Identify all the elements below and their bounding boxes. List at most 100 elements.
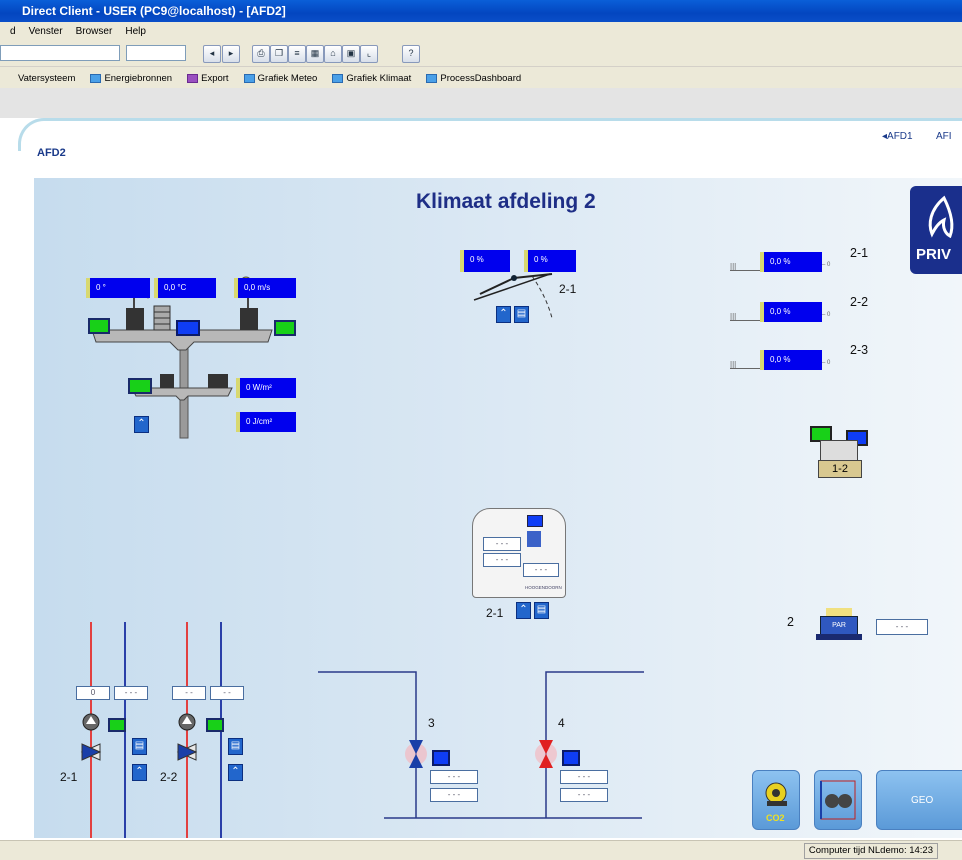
climate-info-button[interactable]: ▤ (534, 602, 549, 619)
climate-sensor-1-2[interactable]: 1-2 (810, 426, 868, 478)
par-value: - - - (876, 619, 928, 635)
computer-status-blue (527, 515, 543, 527)
screen-scale-end: – 0 (822, 262, 831, 268)
geo-button[interactable]: GEO (876, 770, 962, 830)
meteo-settings-button[interactable]: ⌃ (134, 416, 149, 433)
quicklink-processdashboard[interactable]: ProcessDashboard (426, 69, 521, 89)
toolbar: ◂ ▸ ⎙ ❐ ≡ ▦ ⌂ ▣ ⌞ ? (0, 40, 962, 67)
par-sensor-body: PAR (820, 616, 858, 636)
print-icon[interactable]: ⎙ (252, 45, 270, 63)
heating-1-label: 2-1 (60, 770, 78, 784)
chart-icon[interactable]: ⌞ (360, 45, 378, 63)
menu-item-venster[interactable]: Venster (29, 26, 63, 37)
quicklink-grafiek-klimaat[interactable]: Grafiek Klimaat (332, 69, 411, 89)
heating-2-settings-button[interactable]: ⌃ (228, 764, 243, 781)
heating-2-info-button[interactable]: ▤ (228, 738, 243, 755)
quicklink-icon (187, 73, 199, 83)
wind-direction-value: 0 ° (86, 278, 150, 298)
menu-item-help[interactable]: Help (125, 26, 146, 37)
address-band (0, 88, 962, 118)
pump-status-green[interactable] (206, 718, 224, 732)
toolbar-input-2[interactable] (126, 45, 186, 61)
status-indicator-blue[interactable] (176, 320, 200, 336)
wind-speed-value: 0,0 m/s (234, 278, 296, 298)
list-icon[interactable]: ≡ (288, 45, 306, 63)
menu-item-file[interactable]: d (10, 26, 16, 37)
heating-1-info-button[interactable]: ▤ (132, 738, 147, 755)
quicklink-watersysteem[interactable]: Vatersysteem (18, 69, 75, 89)
valve-3-label: 3 (428, 716, 435, 730)
status-indicator-green[interactable] (274, 320, 296, 336)
outside-temperature-value: 0,0 °C (154, 278, 216, 298)
export-icon[interactable]: ▣ (342, 45, 360, 63)
par-sensor-base (816, 634, 862, 640)
co2-button[interactable]: CO2 (752, 770, 800, 830)
quicklink-grafiek-meteo[interactable]: Grafiek Meteo (243, 69, 317, 89)
section-label: AFD2 (37, 147, 66, 159)
radiation-sum-value: 0 J/cm² (236, 412, 296, 432)
co2-label: CO2 (766, 813, 785, 823)
screen-scale-end: – 0 (822, 312, 831, 318)
quicklink-icon (332, 73, 344, 83)
screen-label: 2-3 (850, 343, 869, 357)
menu-item-browser[interactable]: Browser (76, 26, 113, 37)
heating-unit-button[interactable] (814, 770, 862, 830)
screen-value: 0,0 % (760, 350, 822, 370)
computer-time: Computer tijd NLdemo: 14:23 (803, 843, 938, 859)
screen-value: 0,0 % (760, 302, 822, 322)
menu-bar: d Venster Browser Help (0, 22, 962, 40)
pump-status-green[interactable] (108, 718, 126, 732)
table-icon[interactable]: ▦ (306, 45, 324, 63)
quicklink-energiebronnen[interactable]: Energiebronnen (90, 69, 172, 89)
valve-3-value-2: - - - (430, 788, 478, 802)
forward-icon[interactable]: ▸ (222, 45, 240, 63)
valve-4-label: 4 (558, 716, 565, 730)
par-sensor[interactable]: PAR (816, 608, 862, 642)
vent-label: 2-1 (559, 282, 577, 296)
boiler-icon (820, 780, 856, 820)
valve-3-status-blue[interactable] (432, 750, 450, 766)
toolbar-input-1[interactable] (0, 45, 120, 61)
climate-computer-label: 2-1 (486, 606, 504, 620)
status-bar: Computer tijd NLdemo: 14:23 (0, 840, 962, 860)
help-icon[interactable]: ? (402, 45, 420, 63)
heating-2-value-1: - - (172, 686, 206, 700)
climate-settings-button[interactable]: ⌃ (516, 602, 531, 619)
heating-1-value-1: 0 (76, 686, 110, 700)
valve-4-value-1: - - - (560, 770, 608, 784)
home-icon[interactable]: ⌂ (324, 45, 342, 63)
status-indicator-green[interactable] (88, 318, 110, 334)
quicklink-icon (90, 73, 102, 83)
logo-text: PRIV (916, 246, 952, 263)
process-canvas: Klimaat afdeling 2 PRIV 0 ° 0,0 °C 0,0 m… (34, 178, 962, 838)
window-title: Direct Client - USER (PC9@localhost) - [… (22, 4, 286, 18)
climate-value-2: - - - (483, 553, 521, 567)
screen-label: 2-1 (850, 246, 869, 260)
valve-3-value-1: - - - (430, 770, 478, 784)
pump-valve-icon (80, 713, 102, 761)
vent-info-button[interactable]: ▤ (514, 306, 529, 323)
radiation-value: 0 W/m² (236, 378, 296, 398)
computer-brand: HOOGENDOORN (525, 585, 562, 590)
quicklink-export[interactable]: Export (187, 69, 229, 89)
heating-1-settings-button[interactable]: ⌃ (132, 764, 147, 781)
page-arc (18, 118, 962, 151)
par-label: 2 (787, 615, 794, 629)
pump-valve-icon (176, 713, 198, 761)
heating-1-value-2: - - - (114, 686, 148, 700)
priva-logo: PRIV (910, 186, 962, 274)
quicklink-icon (243, 73, 255, 83)
screen-label: 2-2 (850, 295, 869, 309)
nav-prev-link[interactable]: ◂AFD1 (882, 131, 913, 142)
quicklinks-bar: Vatersysteem Energiebronnen Export Grafi… (0, 68, 962, 88)
window-vent-graphic (473, 273, 553, 319)
copy-icon[interactable]: ❐ (270, 45, 288, 63)
vent-settings-button[interactable]: ⌃ (496, 306, 511, 323)
valve-4-status-blue[interactable] (562, 750, 580, 766)
page-title: Klimaat afdeling 2 (416, 190, 596, 213)
back-icon[interactable]: ◂ (203, 45, 221, 63)
status-indicator-green[interactable] (128, 378, 152, 394)
climate-computer-graphic[interactable]: - - - - - - - - - HOOGENDOORN (472, 508, 566, 598)
nav-next-link[interactable]: AFI (936, 131, 952, 142)
sensor-label: 1-2 (818, 460, 862, 478)
